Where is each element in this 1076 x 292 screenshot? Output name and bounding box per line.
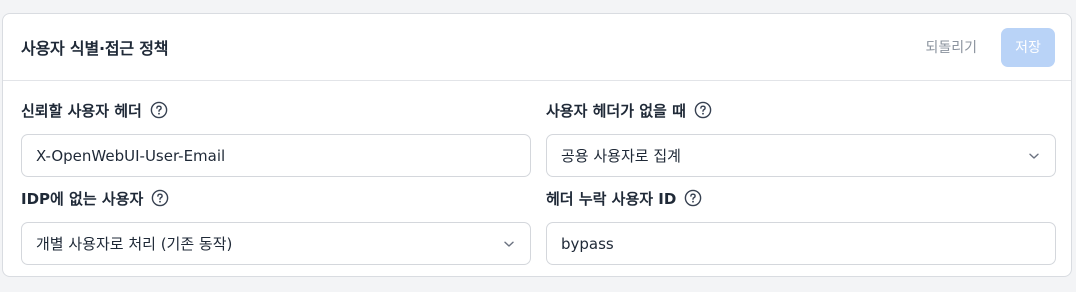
not-in-idp-value: 개별 사용자로 처리 (기존 동작) — [36, 235, 233, 253]
chevron-down-icon — [504, 241, 514, 247]
missing-header-action-field: 사용자 헤더가 없을 때 공용 사용자로 집계 — [546, 99, 1056, 177]
help-circle-icon[interactable] — [150, 101, 168, 119]
missing-header-user-id-label: 헤더 누락 사용자 ID — [546, 189, 677, 208]
trusted-header-label-row: 신뢰할 사용자 헤더 — [21, 99, 531, 121]
missing-header-action-value: 공용 사용자로 집계 — [561, 147, 681, 165]
revert-button[interactable]: 되돌리기 — [915, 29, 987, 65]
missing-header-action-label-row: 사용자 헤더가 없을 때 — [546, 99, 1056, 121]
trusted-header-field: 신뢰할 사용자 헤더 — [21, 99, 531, 177]
trusted-header-label: 신뢰할 사용자 헤더 — [21, 101, 142, 120]
panel-header: 사용자 식별·접근 정책 되돌리기 저장 — [3, 14, 1071, 81]
missing-header-user-id-label-row: 헤더 누락 사용자 ID — [546, 187, 1056, 209]
help-circle-icon[interactable] — [684, 189, 702, 207]
not-in-idp-label-row: IDP에 없는 사용자 — [21, 187, 531, 209]
missing-header-user-id-input[interactable] — [561, 234, 1041, 253]
missing-header-user-id-input-box[interactable] — [546, 222, 1056, 265]
missing-header-action-select[interactable]: 공용 사용자로 집계 — [546, 134, 1056, 177]
policy-panel: 사용자 식별·접근 정책 되돌리기 저장 신뢰할 사용자 헤더 사 — [2, 13, 1072, 277]
missing-header-user-id-field: 헤더 누락 사용자 ID — [546, 187, 1056, 265]
save-button[interactable]: 저장 — [1001, 27, 1055, 67]
header-actions: 되돌리기 저장 — [915, 27, 1055, 67]
trusted-header-input-box[interactable] — [21, 134, 531, 177]
not-in-idp-label: IDP에 없는 사용자 — [21, 189, 144, 208]
trusted-header-input[interactable] — [36, 146, 516, 165]
panel-title: 사용자 식별·접근 정책 — [21, 39, 169, 58]
not-in-idp-select[interactable]: 개별 사용자로 처리 (기존 동작) — [21, 222, 531, 265]
help-circle-icon[interactable] — [151, 189, 169, 207]
help-circle-icon[interactable] — [694, 101, 712, 119]
not-in-idp-field: IDP에 없는 사용자 개별 사용자로 처리 (기존 동작) — [21, 187, 531, 265]
chevron-down-icon — [1029, 153, 1039, 159]
missing-header-action-label: 사용자 헤더가 없을 때 — [546, 101, 686, 120]
